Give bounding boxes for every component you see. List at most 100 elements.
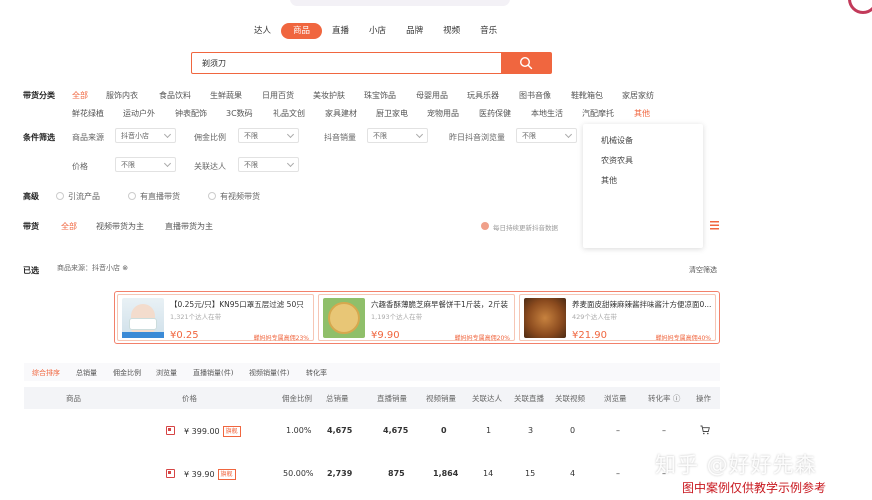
col-header[interactable]: 关联视频 [555,393,585,404]
category-item[interactable]: 生鲜蔬果 [210,90,242,101]
col-header[interactable]: 转化率 ⓘ [648,393,680,404]
category-item[interactable]: 厨卫家电 [376,108,408,119]
flagship-badge: 旗舰 [217,469,236,480]
col-header[interactable]: 关联达人 [472,393,502,404]
source-select[interactable]: 抖音小店 [115,128,176,143]
sales-value: 不限 [373,131,387,140]
row-video-rel: 0 [570,426,576,435]
checkbox[interactable] [208,192,216,200]
category-item[interactable]: 鞋靴箱包 [571,90,603,101]
card-commission: 蝉妈妈专属高佣40% [655,335,711,342]
search-input[interactable] [192,53,501,73]
row-total-sales: 4,675 [327,426,353,435]
category-item[interactable]: 家居家纺 [622,90,654,101]
row-price: ¥ 399.00 旗舰 [184,426,241,437]
daihuo-video[interactable]: 视频带货为主 [96,221,144,232]
category-item[interactable]: 母婴用品 [416,90,448,101]
tab-live[interactable]: 直播 [322,23,359,39]
category-item[interactable]: 医药保健 [479,108,511,119]
recommend-card[interactable]: 【0.25元/只】KN95口罩五层过滤 50只 1,321个达人在带 ¥0.25… [117,294,314,342]
sales-label: 抖音销量 [324,133,356,142]
table-row[interactable]: ¥ 399.00 旗舰 1.00% 4,675 4,675 0 1 3 0 – – [24,410,720,450]
col-header[interactable]: 视频销量 [426,393,456,404]
clear-filters-link[interactable]: 清空筛选 [689,265,717,275]
category-item[interactable]: 家具建材 [325,108,357,119]
tab-talent[interactable]: 达人 [244,23,281,39]
row-video-sales: 1,864 [433,469,459,478]
sort-option[interactable]: 直播销量(件) [193,368,233,378]
card-commission: 蝉妈妈专属高佣20% [454,335,510,342]
category-item[interactable]: 珠宝饰品 [364,90,396,101]
sort-option[interactable]: 视频销量(件) [249,368,289,378]
row-total-sales: 2,739 [327,469,353,478]
sort-default[interactable]: 综合排序 [32,368,60,378]
tab-videos[interactable]: 视频 [433,23,470,39]
checkbox[interactable] [56,192,64,200]
category-item[interactable]: 运动户外 [123,108,155,119]
col-header[interactable]: 浏览量 [604,393,627,404]
col-header[interactable]: 直播销量 [377,393,407,404]
checkbox[interactable] [128,192,136,200]
category-item[interactable]: 汽配摩托 [582,108,614,119]
col-header[interactable]: 关联直播 [514,393,544,404]
sort-option[interactable]: 总销量 [76,368,97,378]
table-row[interactable]: ¥ 39.90 旗舰 50.00% 2,739 875 1,864 14 15 4… [24,455,720,495]
menu-icon[interactable] [710,220,719,230]
row-live-rel: 15 [525,469,536,478]
category-item[interactable]: 鲜花绿植 [72,108,104,119]
advanced-option[interactable]: 有视频带货 [208,191,260,202]
tab-products[interactable]: 商品 [281,23,323,39]
sort-option[interactable]: 转化率 [306,368,327,378]
col-header[interactable]: 佣金比例 [282,393,312,404]
category-item[interactable]: 日用百货 [262,90,294,101]
chevron-down-icon [286,130,295,138]
row-video-rel: 4 [570,469,576,478]
daihuo-all[interactable]: 全部 [61,221,77,232]
views-select[interactable]: 不限 [516,128,577,143]
selected-filter-tag[interactable]: 商品来源：抖音小店 ⊗ [53,262,132,274]
category-item[interactable]: 本地生活 [531,108,563,119]
row-video-sales: 0 [441,426,447,435]
category-all[interactable]: 全部 [72,90,88,101]
category-item[interactable]: 宠物用品 [427,108,459,119]
dropdown-option[interactable]: 农资农具 [601,155,633,166]
sort-bar: 综合排序 总销量 佣金比例 浏览量 直播销量(件) 视频销量(件) 转化率 [24,363,720,381]
sales-select[interactable]: 不限 [367,128,428,143]
category-other[interactable]: 其他 [634,108,650,119]
row-commission: 1.00% [286,426,312,435]
daihuo-live[interactable]: 直播带货为主 [165,221,213,232]
advanced-option[interactable]: 引流产品 [56,191,100,202]
sort-option[interactable]: 佣金比例 [113,368,141,378]
flagship-badge: 旗舰 [222,426,241,437]
row-live-sales: 4,675 [383,426,409,435]
search-button[interactable] [501,53,551,73]
tab-music[interactable]: 音乐 [470,23,507,39]
top-pill-decoration [290,0,510,6]
chevron-down-icon [163,159,172,167]
commission-select[interactable]: 不限 [238,128,299,143]
category-item[interactable]: 食品饮料 [159,90,191,101]
col-header: 操作 [696,394,711,403]
category-item[interactable]: 服饰内衣 [106,90,138,101]
category-item[interactable]: 图书音像 [519,90,551,101]
category-item[interactable]: 玩具乐器 [467,90,499,101]
tab-shops[interactable]: 小店 [359,23,396,39]
dropdown-option[interactable]: 机械设备 [601,135,633,146]
category-item[interactable]: 钟表配饰 [175,108,207,119]
recommend-card[interactable]: 六趣香酥薄脆芝麻早餐饼干1斤装，2斤装 1,193个达人在带 ¥9.90 蝉妈妈… [318,294,515,342]
category-item[interactable]: 3C数码 [226,108,253,119]
corner-avatar[interactable] [848,0,872,14]
advanced-option[interactable]: 有直播带货 [128,191,180,202]
tab-brands[interactable]: 品牌 [396,23,433,39]
talent-select[interactable]: 不限 [238,157,299,172]
col-header[interactable]: 总销量 [326,393,349,404]
recommend-card[interactable]: 养麦面皮甜辣麻辣酱拌味酱汁方便凉面0... 429个达人在带 ¥21.90 蝉妈… [519,294,716,342]
sort-option[interactable]: 浏览量 [156,368,177,378]
dropdown-option[interactable]: 其他 [601,175,617,186]
category-item[interactable]: 美妆护肤 [313,90,345,101]
card-commission: 蝉妈妈专属高佣23% [253,335,309,342]
category-item[interactable]: 礼品文创 [273,108,305,119]
table-header: 商品 价格 佣金比例 总销量 直播销量 视频销量 关联达人 关联直播 关联视频 … [24,387,720,409]
price-select[interactable]: 不限 [115,157,176,172]
cart-icon[interactable] [700,425,710,435]
